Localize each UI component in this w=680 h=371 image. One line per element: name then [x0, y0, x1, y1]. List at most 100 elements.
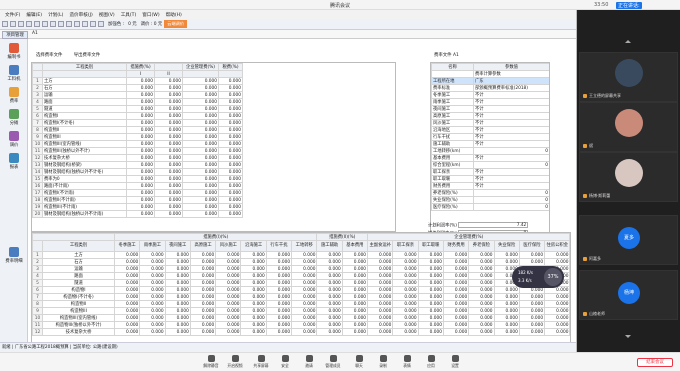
detail-rate-cell[interactable]: 0.000 — [240, 286, 267, 294]
detail-rate-cell[interactable]: 0.000 — [189, 272, 217, 280]
detail-rate-cell[interactable]: 0.000 — [392, 307, 419, 315]
param-value[interactable]: 不计 — [473, 119, 549, 127]
detail-rate-cell[interactable]: 0.000 — [265, 251, 293, 259]
scroll-up-icon[interactable] — [625, 40, 631, 43]
detail-rate-cell[interactable]: 0.000 — [113, 265, 141, 273]
report-icon[interactable] — [90, 21, 96, 27]
detail-rate-cell[interactable]: 0.000 — [113, 300, 141, 308]
table-row[interactable]: 16 路面(不计雨) 0.000 0.000 0.000 0.000 — [32, 182, 243, 190]
params-row[interactable]: 财务费用 不计 — [431, 182, 549, 190]
rate-cell[interactable]: 0.000 — [182, 133, 219, 141]
rate-cell[interactable]: 0.000 — [218, 98, 243, 106]
params-row[interactable]: 夜间施工 不计 — [431, 105, 549, 113]
rate-cell[interactable]: 0.000 — [218, 168, 243, 176]
table-row[interactable]: 8 构造物II 0.000 0.000 0.000 0.000 — [32, 126, 243, 134]
detail-rate-cell[interactable]: 0.000 — [392, 314, 419, 322]
detail-rate-cell[interactable]: 0.000 — [341, 251, 369, 259]
detail-rate-cell[interactable]: 0.000 — [442, 286, 470, 294]
detail-rate-cell[interactable]: 0.000 — [189, 293, 217, 301]
detail-rate-cell[interactable]: 0.000 — [189, 258, 217, 266]
meeting-button[interactable]: 安全 — [272, 355, 298, 369]
detail-rate-cell[interactable]: 0.000 — [240, 293, 267, 301]
rate-cell[interactable]: 0.000 — [218, 119, 243, 127]
paste-icon[interactable] — [50, 21, 56, 27]
params-row[interactable]: 风沙施工 不计 — [431, 119, 549, 127]
detail-rate-cell[interactable]: 0.000 — [240, 279, 267, 287]
detail-rate-cell[interactable]: 0.000 — [316, 321, 343, 329]
detail-rate-cell[interactable]: 0.000 — [291, 279, 318, 287]
rate-cell[interactable]: 0.000 — [182, 182, 219, 190]
rate-cell[interactable]: 0.000 — [182, 105, 219, 113]
param-value[interactable]: 不计 — [473, 126, 549, 134]
rate-cell[interactable]: 0.000 — [126, 119, 155, 127]
detail-rate-cell[interactable]: 0.000 — [518, 258, 546, 266]
detail-rate-cell[interactable]: 0.000 — [544, 251, 570, 259]
table-row[interactable]: 11 构造物III(独桥以外不计) 0.000 0.000 0.000 0.000 — [32, 147, 243, 155]
detail-rate-cell[interactable]: 0.000 — [215, 314, 242, 322]
rate-cell[interactable]: 0.000 — [126, 196, 155, 204]
detail-rate-cell[interactable]: 0.000 — [392, 279, 419, 287]
params-row[interactable]: 沿海地区 不计 — [431, 126, 549, 134]
detail-rate-cell[interactable]: 0.000 — [291, 251, 318, 259]
detail-rate-cell[interactable]: 0.000 — [316, 328, 343, 336]
detail-rate-cell[interactable]: 0.000 — [392, 321, 419, 329]
detail-rate-cell[interactable]: 0.000 — [164, 307, 191, 315]
rate-cell[interactable]: 0.000 — [218, 154, 243, 162]
rate-cell[interactable]: 0.000 — [126, 98, 155, 106]
params-row[interactable]: 工程所在地 广东 — [431, 77, 549, 85]
nav-item[interactable]: 编制书 — [2, 43, 26, 60]
detail-rate-cell[interactable]: 0.000 — [417, 272, 444, 280]
rate-cell[interactable]: 0.000 — [126, 147, 155, 155]
rate-cell[interactable]: 0.000 — [182, 175, 219, 183]
rate-cell[interactable]: 0.000 — [182, 140, 219, 148]
detail-rate-cell[interactable]: 0.000 — [367, 314, 394, 322]
param-value[interactable]: 不计 — [473, 168, 549, 176]
detail-rate-cell[interactable]: 0.000 — [265, 258, 293, 266]
table-row[interactable]: 10 构造物III(室内管线) 0.000 0.000 0.000 0.000 — [32, 140, 243, 148]
detail-rate-cell[interactable]: 0.000 — [139, 293, 166, 301]
redo-icon[interactable] — [66, 21, 72, 27]
detail-rate-cell[interactable]: 0.000 — [341, 321, 369, 329]
detail-rate-cell[interactable]: 0.000 — [367, 300, 394, 308]
detail-rate-cell[interactable]: 0.000 — [518, 251, 546, 259]
export-rate-file-link[interactable]: 导出费率文件 — [74, 53, 100, 58]
param-value[interactable]: 部颁概预算费率标准(2018) — [473, 84, 549, 92]
params-row[interactable]: 行车干扰 不计 — [431, 133, 549, 141]
detail-rate-cell[interactable]: 0.000 — [367, 279, 394, 287]
param-value[interactable]: 不计 — [473, 182, 549, 190]
detail-rate-cell[interactable]: 0.000 — [341, 272, 369, 280]
detail-row[interactable]: 2 石方 0.000 0.000 0.000 0.000 0.000 0.000 0.000 0.… — [32, 258, 570, 266]
detail-rate-cell[interactable]: 0.000 — [493, 258, 520, 266]
rate-cell[interactable]: 0.000 — [154, 105, 183, 113]
detail-rate-cell[interactable]: 0.000 — [291, 328, 318, 336]
rate-cell[interactable]: 0.000 — [154, 161, 183, 169]
rate-cell[interactable]: 0.000 — [154, 175, 183, 183]
params-row[interactable]: 养老保险(%) 0 — [431, 189, 549, 197]
table-row[interactable]: 18 构造物II(不计雨) 0.000 0.000 0.000 0.000 — [32, 196, 243, 204]
detail-row[interactable]: 11 构造物III(独桥以外不计) 0.000 0.000 0.000 0.000 0.00… — [32, 321, 570, 329]
table-row[interactable]: 13 钢材及钢结构(桥梁) 0.000 0.000 0.000 0.000 — [32, 161, 243, 169]
rate-cell[interactable]: 0.000 — [126, 154, 155, 162]
menu-item[interactable]: 视图(V) — [96, 12, 118, 18]
detail-rate-cell[interactable]: 0.000 — [113, 314, 141, 322]
detail-rate-cell[interactable]: 0.000 — [189, 251, 217, 259]
menu-item[interactable]: 造价审核(J) — [66, 12, 95, 18]
detail-rate-cell[interactable]: 0.000 — [544, 321, 570, 329]
detail-rate-cell[interactable]: 0.000 — [468, 293, 495, 301]
param-value[interactable]: 不计 — [473, 98, 549, 106]
detail-rate-cell[interactable]: 0.000 — [442, 321, 470, 329]
detail-rate-cell[interactable]: 0.000 — [442, 251, 470, 259]
rate-cell[interactable]: 0.000 — [218, 196, 243, 204]
sum-icon[interactable] — [82, 21, 88, 27]
params-row[interactable]: 职工探亲 不计 — [431, 168, 549, 176]
rate-cell[interactable]: 0.000 — [182, 77, 219, 85]
table-row[interactable]: 2 石方 0.000 0.000 0.000 0.000 — [32, 84, 243, 92]
detail-rate-cell[interactable]: 0.000 — [164, 314, 191, 322]
print-icon[interactable] — [26, 21, 32, 27]
rate-cell[interactable]: 0.000 — [218, 140, 243, 148]
detail-rate-cell[interactable]: 0.000 — [493, 300, 520, 308]
detail-rate-cell[interactable]: 0.000 — [392, 258, 419, 266]
detail-rate-cell[interactable]: 0.000 — [392, 272, 419, 280]
detail-rate-cell[interactable]: 0.000 — [367, 272, 394, 280]
detail-rate-cell[interactable]: 0.000 — [139, 279, 166, 287]
